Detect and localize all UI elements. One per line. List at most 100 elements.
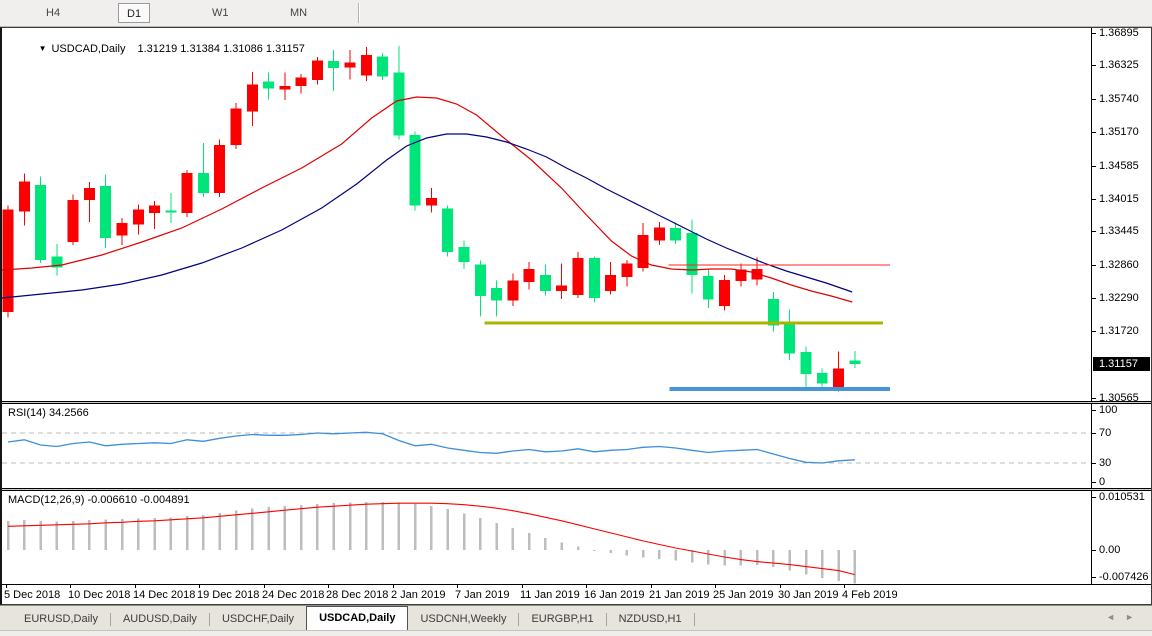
price-axis-label: 1.31720 [1099, 325, 1139, 338]
price-axis[interactable]: 1.36895 1.36325 1.35740 1.35170 1.34585 1.340… [1091, 28, 1151, 401]
status-bar [0, 630, 1152, 636]
axis-tick [1092, 199, 1096, 200]
date-label: 7 Jan 2019 [455, 589, 509, 601]
timeframe-button-w1[interactable]: W1 [204, 3, 237, 23]
date-tick [328, 585, 329, 588]
chart-ohlc-values: 1.31219 1.31384 1.31086 1.31157 [137, 43, 304, 55]
chart-symbol-label: USDCAD,Daily [51, 43, 125, 55]
macd-plot-area[interactable]: MACD(12,26,9) -0.006610 -0.004891 [2, 491, 1091, 584]
price-axis-label: 1.33445 [1099, 225, 1139, 238]
toolbar-separator [358, 3, 359, 23]
axis-tick [1092, 463, 1096, 464]
rsi-axis-label: 100 [1099, 404, 1117, 417]
price-plot-area[interactable]: ▼ USDCAD,Daily 1.31219 1.31384 1.31086 1.3… [2, 28, 1091, 401]
macd-axis-label: 0.010531 [1099, 491, 1145, 504]
date-tick [264, 585, 265, 588]
price-axis-label: 1.32290 [1099, 292, 1139, 305]
axis-tick [1092, 166, 1096, 167]
chart-tab-bar: EURUSD,DailyAUDUSD,DailyUSDCHF,DailyUSDC… [0, 605, 1152, 630]
chart-tab-nzdusd-h1[interactable]: NZDUSD,H1 [607, 609, 694, 630]
date-label: 25 Jan 2019 [713, 589, 774, 601]
chart-tab-usdchf-daily[interactable]: USDCHF,Daily [210, 609, 306, 630]
macd-axis[interactable]: 0.010531 0.00 -0.007426 [1091, 491, 1151, 584]
price-axis-label: 1.34015 [1099, 193, 1139, 206]
date-label: 19 Dec 2018 [197, 589, 259, 601]
date-tick [844, 585, 845, 588]
chevron-down-icon[interactable]: ▼ [39, 44, 47, 53]
timeframe-toolbar: H4 D1 W1 MN [0, 0, 1152, 27]
date-tick [393, 585, 394, 588]
chart-tab-eurgbp-h1[interactable]: EURGBP,H1 [519, 609, 605, 630]
rsi-axis-label: 30 [1099, 457, 1111, 470]
rsi-axis[interactable]: 100 70 30 0 [1091, 404, 1151, 488]
axis-tick [1092, 331, 1096, 332]
macd-axis-label: -0.007426 [1099, 571, 1149, 584]
price-axis-label: 1.32860 [1099, 259, 1139, 272]
axis-tick [1092, 550, 1096, 551]
axis-tick [1092, 99, 1096, 100]
date-label: 10 Dec 2018 [68, 589, 130, 601]
date-tick [199, 585, 200, 588]
axis-tick [1092, 410, 1096, 411]
trading-terminal-window: H4 D1 W1 MN ▼ USDCAD,Daily 1.31219 1.31384 1.… [0, 0, 1152, 636]
date-label: 16 Jan 2019 [584, 589, 645, 601]
rsi-axis-label: 70 [1099, 427, 1111, 440]
macd-title: MACD(12,26,9) -0.006610 -0.004891 [8, 494, 190, 506]
chart-tab-eurusd-daily[interactable]: EURUSD,Daily [12, 609, 110, 630]
chart-window: ▼ USDCAD,Daily 1.31219 1.31384 1.31086 1.3… [0, 27, 1152, 605]
date-tick [522, 585, 523, 588]
tab-scroll-arrows[interactable]: ◄► [1106, 612, 1144, 622]
axis-tick [1092, 497, 1096, 498]
chart-tab-usdcad-daily[interactable]: USDCAD,Daily [306, 606, 408, 630]
candlestick-chart [2, 28, 1091, 401]
date-label: 14 Dec 2018 [133, 589, 195, 601]
date-label: 24 Dec 2018 [262, 589, 324, 601]
price-axis-label: 1.30565 [1099, 392, 1139, 405]
date-tick [715, 585, 716, 588]
axis-tick [1092, 265, 1096, 266]
date-axis[interactable]: 5 Dec 2018 10 Dec 201814 Dec 201819 Dec 2… [2, 584, 1151, 604]
chart-legend: ▼ USDCAD,Daily 1.31219 1.31384 1.31086 1.3… [8, 31, 305, 67]
price-axis-label: 1.36895 [1099, 27, 1139, 40]
axis-tick [1092, 482, 1096, 483]
date-tick [70, 585, 71, 588]
axis-tick [1092, 433, 1096, 434]
timeframe-button-h4[interactable]: H4 [38, 3, 68, 23]
price-axis-label: 1.35740 [1099, 93, 1139, 106]
macd-panel: MACD(12,26,9) -0.006610 -0.004891 0.0105… [2, 491, 1151, 584]
chart-tab-usdcnh-weekly[interactable]: USDCNH,Weekly [408, 609, 518, 630]
rsi-plot-area[interactable]: RSI(14) 34.2566 [2, 404, 1091, 488]
date-tick [586, 585, 587, 588]
date-tick [457, 585, 458, 588]
price-axis-label: 1.34585 [1099, 160, 1139, 173]
date-label: 28 Dec 2018 [326, 589, 388, 601]
date-label: 30 Jan 2019 [778, 589, 839, 601]
rsi-axis-label: 0 [1099, 476, 1105, 489]
rsi-indicator-chart [2, 404, 1091, 488]
macd-axis-label: 0.00 [1099, 544, 1120, 557]
axis-tick [1092, 65, 1096, 66]
date-tick [6, 585, 7, 588]
price-axis-label: 1.36325 [1099, 59, 1139, 72]
price-axis-label: 1.35170 [1099, 126, 1139, 139]
rsi-title: RSI(14) 34.2566 [8, 407, 89, 419]
price-panel: ▼ USDCAD,Daily 1.31219 1.31384 1.31086 1.3… [2, 28, 1151, 401]
axis-tick [1092, 33, 1096, 34]
current-price-tag: 1.31157 [1093, 357, 1150, 371]
axis-tick [1092, 398, 1096, 399]
date-label: 11 Jan 2019 [520, 589, 580, 601]
rsi-panel: RSI(14) 34.2566 100 70 30 0 [2, 404, 1151, 488]
timeframe-button-mn[interactable]: MN [282, 3, 315, 23]
axis-tick [1092, 231, 1096, 232]
date-label: 4 Feb 2019 [842, 589, 898, 601]
date-label: 2 Jan 2019 [391, 589, 445, 601]
date-label: 5 Dec 2018 [4, 589, 60, 601]
axis-tick [1092, 132, 1096, 133]
date-tick [780, 585, 781, 588]
date-label: 21 Jan 2019 [649, 589, 710, 601]
chart-tab-audusd-daily[interactable]: AUDUSD,Daily [111, 609, 209, 630]
date-tick [135, 585, 136, 588]
axis-tick [1092, 577, 1096, 578]
axis-tick [1092, 298, 1096, 299]
timeframe-button-d1[interactable]: D1 [118, 3, 150, 23]
